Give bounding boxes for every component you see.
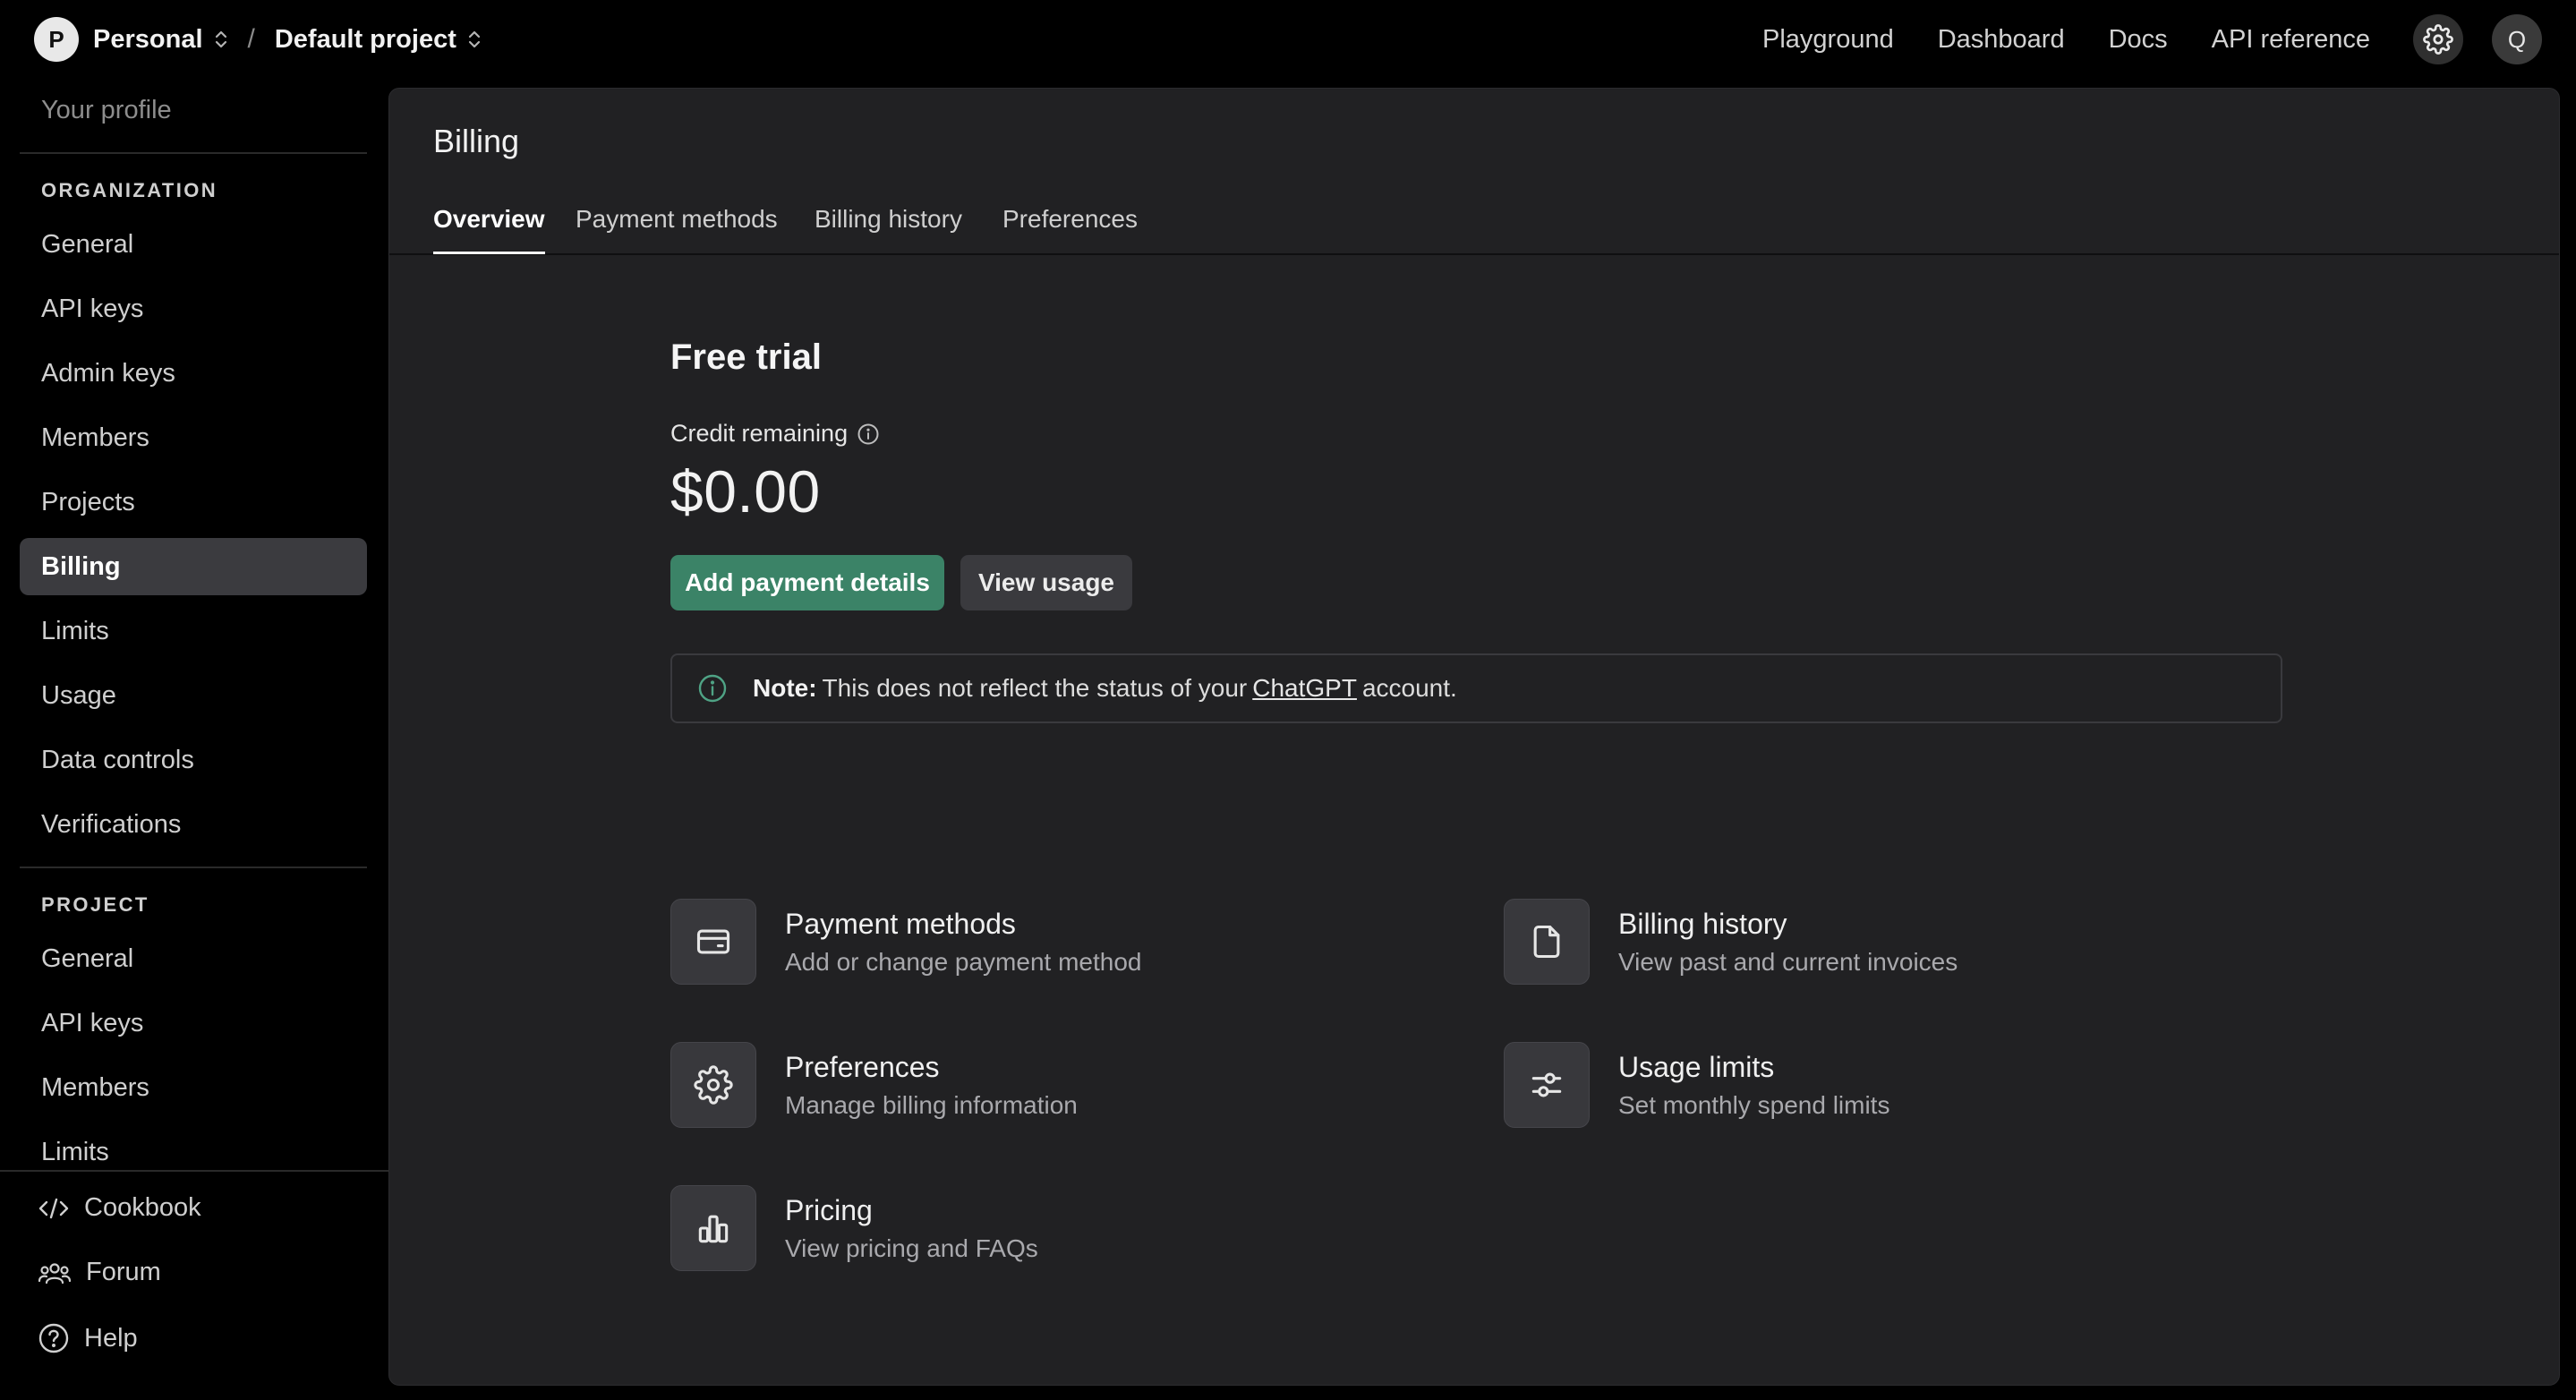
- sidebar-section-project: PROJECT: [41, 893, 149, 916]
- breadcrumb-separator: /: [247, 24, 255, 54]
- sidebar-item-project-members[interactable]: Members: [20, 1059, 367, 1116]
- card-billing-history[interactable]: Billing history View past and current in…: [1504, 899, 1958, 985]
- card-payment-methods[interactable]: Payment methods Add or change payment me…: [670, 899, 1141, 985]
- nav-api-reference[interactable]: API reference: [2212, 25, 2370, 55]
- sidebar-item-usage[interactable]: Usage: [20, 667, 367, 724]
- project-name: Default project: [274, 24, 456, 54]
- settings-button[interactable]: [2413, 14, 2463, 64]
- sidebar-link-label: Forum: [86, 1258, 161, 1286]
- tab-preferences[interactable]: Preferences: [1002, 205, 1138, 252]
- card-pricing[interactable]: Pricing View pricing and FAQs: [670, 1185, 1038, 1271]
- note-label: Note:: [753, 674, 817, 702]
- card-title: Preferences: [785, 1050, 940, 1083]
- sidebar-item-admin-keys[interactable]: Admin keys: [20, 345, 367, 402]
- note-text: This does not reflect the status of your: [822, 674, 1248, 702]
- sidebar-link-help[interactable]: Help: [38, 1322, 138, 1354]
- sidebar-link-forum[interactable]: Forum: [38, 1258, 161, 1287]
- sidebar-item-org-members[interactable]: Members: [20, 409, 367, 466]
- card-subtitle: Manage billing information: [785, 1090, 1078, 1119]
- sidebar-item-billing[interactable]: Billing: [20, 538, 367, 595]
- top-nav: Playground Dashboard Docs API reference …: [1762, 14, 2542, 64]
- card-subtitle: View past and current invoices: [1618, 947, 1958, 976]
- sidebar-item-org-general[interactable]: General: [20, 216, 367, 273]
- project-switcher[interactable]: Default project: [275, 25, 482, 55]
- main-panel: Billing Overview Payment methods Billing…: [388, 88, 2560, 1386]
- sidebar-link-cookbook[interactable]: Cookbook: [38, 1193, 201, 1223]
- card-preferences[interactable]: Preferences Manage billing information: [670, 1042, 1078, 1128]
- card-title: Pricing: [785, 1193, 873, 1226]
- chevron-up-down-icon: [214, 29, 228, 50]
- info-icon[interactable]: [857, 423, 880, 446]
- org-avatar[interactable]: P: [34, 17, 79, 62]
- sidebar-item-data-controls[interactable]: Data controls: [20, 731, 367, 789]
- nav-dashboard[interactable]: Dashboard: [1938, 25, 2065, 55]
- sidebar-link-label: Help: [84, 1323, 138, 1353]
- sidebar-section-organization: ORGANIZATION: [41, 179, 218, 201]
- info-icon: [697, 673, 728, 704]
- tab-bar: Overview Payment methods Billing history…: [389, 196, 2559, 255]
- gear-icon: [670, 1042, 756, 1128]
- page-title: Billing: [433, 123, 520, 159]
- top-bar: P Personal / Default project Playground …: [0, 0, 2576, 79]
- sidebar-divider: [20, 866, 367, 868]
- sidebar-item-your-profile[interactable]: Your profile: [20, 81, 367, 139]
- card-title: Billing history: [1618, 907, 1787, 940]
- user-avatar[interactable]: Q: [2492, 14, 2542, 64]
- sidebar-item-project-general[interactable]: General: [20, 930, 367, 987]
- document-icon: [1504, 899, 1590, 985]
- view-usage-button[interactable]: View usage: [960, 555, 1132, 610]
- note-banner: Note: This does not reflect the status o…: [670, 653, 2282, 723]
- sidebar-item-projects[interactable]: Projects: [20, 474, 367, 531]
- plan-title: Free trial: [670, 337, 822, 377]
- sidebar-item-org-limits[interactable]: Limits: [20, 602, 367, 660]
- gear-icon: [2423, 24, 2453, 55]
- sidebar-footer: Cookbook Forum Help: [0, 1170, 388, 1400]
- people-icon: [38, 1259, 86, 1286]
- breadcrumb: P Personal / Default project: [34, 17, 482, 62]
- card-title: Usage limits: [1618, 1050, 1775, 1083]
- card-subtitle: Set monthly spend limits: [1618, 1090, 1890, 1119]
- card-subtitle: View pricing and FAQs: [785, 1234, 1038, 1262]
- note-text-end: account.: [1361, 674, 1457, 702]
- credit-label-row: Credit remaining: [670, 420, 880, 448]
- card-title: Payment methods: [785, 907, 1016, 940]
- credit-label: Credit remaining: [670, 420, 849, 447]
- add-payment-details-button[interactable]: Add payment details: [670, 555, 944, 610]
- sliders-icon: [1504, 1042, 1590, 1128]
- tab-overview[interactable]: Overview: [433, 205, 545, 254]
- credit-card-icon: [670, 899, 756, 985]
- code-icon: [38, 1196, 84, 1221]
- sidebar-item-verifications[interactable]: Verifications: [20, 796, 367, 853]
- sidebar-item-project-api-keys[interactable]: API keys: [20, 995, 367, 1052]
- nav-playground[interactable]: Playground: [1762, 25, 1894, 55]
- help-icon: [38, 1322, 84, 1354]
- sidebar-divider: [20, 152, 367, 154]
- nav-docs[interactable]: Docs: [2109, 25, 2168, 55]
- sidebar: Your profile ORGANIZATION General API ke…: [0, 79, 388, 1400]
- bar-chart-icon: [670, 1185, 756, 1271]
- org-switcher[interactable]: Personal: [93, 25, 228, 55]
- credit-amount: $0.00: [670, 458, 821, 525]
- card-subtitle: Add or change payment method: [785, 947, 1142, 976]
- card-usage-limits[interactable]: Usage limits Set monthly spend limits: [1504, 1042, 1889, 1128]
- tab-billing-history[interactable]: Billing history: [815, 205, 962, 252]
- chatgpt-link[interactable]: ChatGPT: [1252, 674, 1357, 703]
- org-name: Personal: [93, 24, 203, 54]
- chevron-up-down-icon: [467, 29, 482, 50]
- sidebar-item-org-api-keys[interactable]: API keys: [20, 280, 367, 337]
- tab-payment-methods[interactable]: Payment methods: [576, 205, 778, 252]
- sidebar-link-label: Cookbook: [84, 1193, 201, 1222]
